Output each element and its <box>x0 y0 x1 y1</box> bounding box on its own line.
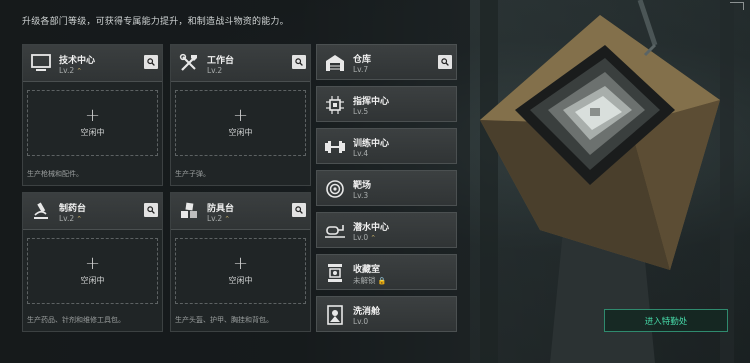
production-slot[interactable]: + 空闲中 <box>27 238 158 304</box>
card-title: 工作台 <box>207 56 235 66</box>
search-button[interactable] <box>292 55 306 69</box>
tools-icon <box>175 49 203 77</box>
search-icon <box>441 58 449 66</box>
chip-icon <box>321 91 349 119</box>
lock-icon: 🔒 <box>377 277 387 285</box>
production-slot[interactable]: + 空闲中 <box>175 90 306 156</box>
card-description: 生产药品、针剂和维修工具包。 <box>27 316 125 324</box>
workshop-card-workbench[interactable]: 工作台 Lv.2 + 空闲中 生产子弹。 <box>170 44 311 186</box>
facility-level: Lv.5 <box>353 107 369 116</box>
slot-status: 空闲中 <box>228 128 253 137</box>
level-chevron-icon: ⌃ <box>370 234 377 242</box>
facility-training-center[interactable]: 训练中心 Lv.4 <box>316 128 457 164</box>
enter-special-ops-button[interactable]: 进入特勤处 <box>604 309 728 332</box>
facility-title: 仓库 <box>353 55 372 65</box>
facility-collection-room[interactable]: 收藏室 未解锁 🔒 <box>316 254 457 290</box>
cubes-icon <box>175 197 203 225</box>
production-slot[interactable]: + 空闲中 <box>175 238 306 304</box>
card-header: 防具台 Lv.2 ⌃ <box>171 193 310 230</box>
monitor-icon <box>27 49 55 77</box>
workshop-card-tech-center[interactable]: 技术中心 Lv.2 ⌃ + 空闲中 生产枪械和配件。 <box>22 44 163 186</box>
facility-command-center[interactable]: 指挥中心 Lv.5 <box>316 86 457 122</box>
card-title: 制药台 <box>59 204 87 214</box>
facility-title: 洗消舱 <box>353 307 381 317</box>
card-title: 防具台 <box>207 204 235 214</box>
workshop-card-armor-bench[interactable]: 防具台 Lv.2 ⌃ + 空闲中 生产头盔、护甲、胸挂和背包。 <box>170 192 311 332</box>
facility-level: Lv.7 <box>353 65 369 74</box>
search-icon <box>295 206 303 214</box>
facility-warehouse[interactable]: 仓库 Lv.7 <box>316 44 457 80</box>
facility-title: 指挥中心 <box>353 97 390 107</box>
card-description: 生产头盔、护甲、胸挂和背包。 <box>175 316 273 324</box>
corner-bracket-icon <box>730 2 744 10</box>
plus-icon: + <box>84 105 101 126</box>
page-subtitle: 升级各部门等级，可获得专属能力提升，和制造战斗物资的能力。 <box>22 17 289 27</box>
search-icon <box>147 58 155 66</box>
search-button[interactable] <box>438 55 452 69</box>
card-header: 制药台 Lv.2 ⌃ <box>23 193 162 230</box>
facility-title: 靶场 <box>353 181 372 191</box>
facility-level: 未解锁 🔒 <box>353 276 387 285</box>
card-level: Lv.2 ⌃ <box>207 214 231 223</box>
plus-icon: + <box>84 253 101 274</box>
facility-diving-center[interactable]: 潜水中心 Lv.0 ⌃ <box>316 212 457 248</box>
facility-title: 潜水中心 <box>353 223 390 233</box>
target-icon <box>321 175 349 203</box>
facility-shooting-range[interactable]: 靶场 Lv.3 <box>316 170 457 206</box>
slot-status: 空闲中 <box>80 128 105 137</box>
card-description: 生产子弹。 <box>175 170 210 178</box>
slot-status: 空闲中 <box>80 276 105 285</box>
workshop-card-pharmacy[interactable]: 制药台 Lv.2 ⌃ + 空闲中 生产药品、针剂和维修工具包。 <box>22 192 163 332</box>
level-chevron-icon: ⌃ <box>224 215 231 223</box>
search-button[interactable] <box>144 203 158 217</box>
search-icon <box>295 58 303 66</box>
level-chevron-icon: ⌃ <box>76 67 83 75</box>
decontamination-icon <box>321 301 349 329</box>
plus-icon: + <box>232 105 249 126</box>
facility-decontamination[interactable]: 洗消舱 Lv.0 <box>316 296 457 332</box>
card-description: 生产枪械和配件。 <box>27 170 83 178</box>
production-slot[interactable]: + 空闲中 <box>27 90 158 156</box>
facility-level: Lv.0 <box>353 317 369 326</box>
facility-title: 收藏室 <box>353 265 381 275</box>
level-chevron-icon: ⌃ <box>76 215 83 223</box>
card-level: Lv.2 ⌃ <box>59 214 83 223</box>
facility-level: Lv.4 <box>353 149 369 158</box>
facility-level: Lv.3 <box>353 191 369 200</box>
diving-icon <box>321 217 349 245</box>
facility-title: 训练中心 <box>353 139 390 149</box>
search-icon <box>147 206 155 214</box>
plus-icon: + <box>232 253 249 274</box>
card-level: Lv.2 <box>207 66 223 75</box>
card-header: 工作台 Lv.2 <box>171 45 310 82</box>
card-level: Lv.2 ⌃ <box>59 66 83 75</box>
search-button[interactable] <box>292 203 306 217</box>
collection-icon <box>321 259 349 287</box>
warehouse-icon <box>321 49 349 77</box>
facility-level: Lv.0 ⌃ <box>353 233 377 242</box>
search-button[interactable] <box>144 55 158 69</box>
card-title: 技术中心 <box>59 56 96 66</box>
slot-status: 空闲中 <box>228 276 253 285</box>
card-header: 技术中心 Lv.2 ⌃ <box>23 45 162 82</box>
dumbbell-icon <box>321 133 349 161</box>
microscope-icon <box>27 197 55 225</box>
